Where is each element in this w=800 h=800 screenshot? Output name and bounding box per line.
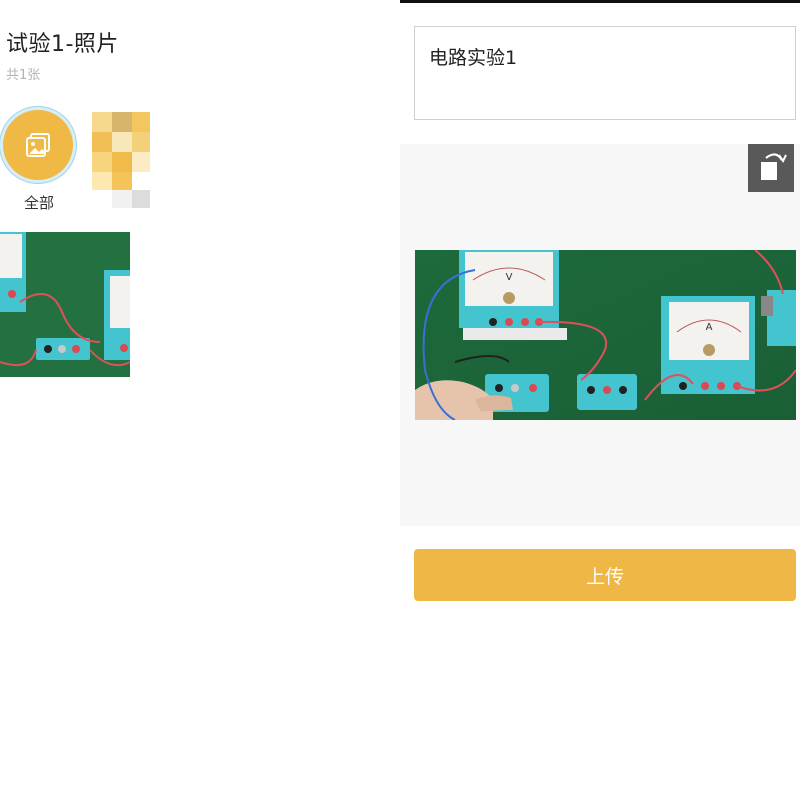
- rotate-icon: [761, 153, 787, 180]
- top-divider: [400, 0, 800, 3]
- upload-button[interactable]: 上传: [414, 549, 796, 601]
- photo-preview-area: V A: [400, 144, 800, 526]
- photo-thumbnail[interactable]: [0, 232, 130, 377]
- voltmeter-letter: V: [506, 272, 513, 283]
- album-panel: 试验1-照片 共1张 全部: [0, 0, 400, 800]
- rotate-button[interactable]: [748, 144, 794, 192]
- photo-title-input[interactable]: 电路实验1: [414, 26, 796, 120]
- album-photo-count: 共1张: [6, 68, 41, 83]
- circuit-photo: V A: [415, 250, 796, 420]
- all-photos-circle: [3, 110, 73, 180]
- album-cover-mosaic[interactable]: [92, 112, 152, 208]
- album-title: 试验1-照片: [6, 32, 119, 57]
- ammeter-letter: A: [706, 322, 713, 333]
- upload-panel: 电路实验1 V A 上传: [400, 0, 800, 800]
- all-photos-label: 全部: [23, 194, 54, 212]
- all-photos-button[interactable]: 全部: [0, 110, 78, 212]
- gallery-icon: [26, 133, 50, 157]
